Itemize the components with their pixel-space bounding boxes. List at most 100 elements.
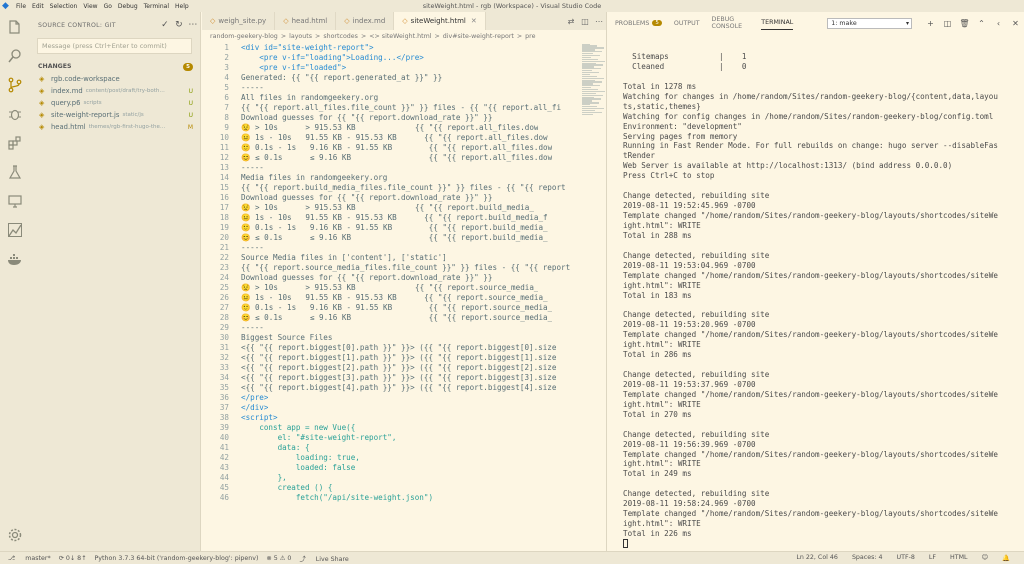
menu-item-go[interactable]: Go bbox=[104, 3, 112, 10]
line-text: <{{ "{{ report.biggest[4].path }}" }}> (… bbox=[241, 383, 557, 392]
source-control-icon[interactable] bbox=[0, 70, 29, 99]
refresh-icon[interactable]: ↻ bbox=[172, 20, 186, 30]
panel-tab-terminal[interactable]: TERMINAL bbox=[761, 16, 794, 30]
encoding[interactable]: UTF-8 bbox=[897, 554, 915, 562]
menu-item-selection[interactable]: Selection bbox=[50, 3, 78, 10]
panel-tab-problems[interactable]: PROBLEMS 5 bbox=[615, 16, 662, 30]
more-actions-icon[interactable]: ⋯ bbox=[186, 20, 200, 30]
editor-tab[interactable]: ◇ weigh_site.py bbox=[202, 12, 276, 30]
line-number: 5 bbox=[224, 83, 229, 92]
code-editor[interactable]: 1 <div id="site-weight-report"> 2 <pre v-i… bbox=[202, 43, 580, 551]
changed-file-item[interactable]: ◈ index.md content/post/draft/try-both-w..… bbox=[29, 85, 200, 97]
terminal-select[interactable]: 1: make ▾ bbox=[827, 17, 912, 29]
panel-tab-debug-console[interactable]: DEBUG CONSOLE bbox=[712, 16, 750, 30]
terminal-line: Change detected, rebuilding site bbox=[623, 429, 770, 439]
breadcrumb-item[interactable]: layouts bbox=[289, 33, 312, 40]
menu-item-view[interactable]: View bbox=[83, 3, 97, 10]
code-line: 40 el: "#site-weight-report", bbox=[202, 433, 580, 443]
editor-area: ◇ weigh_site.py ◇ head.html ◇ index.md ◇ siteWe… bbox=[202, 12, 606, 551]
line-text: data: { bbox=[241, 443, 310, 452]
split-terminal-icon[interactable]: ◫ bbox=[939, 19, 956, 28]
restore-panel-icon[interactable]: ‹ bbox=[990, 19, 1007, 28]
remote-explorer-icon[interactable] bbox=[0, 186, 29, 215]
menu-item-terminal[interactable]: Terminal bbox=[144, 3, 169, 10]
line-text: 😐 1s - 10s 91.55 KB - 915.53 KB {{ "{{ r… bbox=[241, 293, 548, 302]
terminal-line: Environment: "development" bbox=[623, 121, 742, 131]
menu-item-help[interactable]: Help bbox=[175, 3, 189, 10]
breadcrumb-item[interactable]: <> siteWeight.html bbox=[369, 33, 431, 40]
minimap[interactable] bbox=[580, 43, 606, 123]
file-type-icon: ◇ bbox=[283, 17, 289, 25]
file-status: U bbox=[188, 99, 193, 107]
maximize-panel-icon[interactable]: ⌃ bbox=[973, 19, 990, 28]
code-line: 2 <pre v-if="loading">Loading...</pre> bbox=[202, 53, 580, 63]
terminal-output[interactable]: Sitemaps | 1 Cleaned | 0 Total in 1278 ms… bbox=[623, 52, 1021, 549]
git-branch[interactable]: ⎇ master* bbox=[8, 555, 51, 562]
line-text: {{ "{{ report.source_media_files.file_co… bbox=[241, 263, 571, 272]
language-mode[interactable]: HTML bbox=[950, 554, 968, 562]
end-of-line[interactable]: LF bbox=[929, 554, 936, 562]
close-panel-icon[interactable]: ✕ bbox=[1007, 19, 1024, 28]
breadcrumb-item[interactable]: pre bbox=[525, 33, 535, 40]
debug-icon[interactable] bbox=[0, 99, 29, 128]
smiley-icon[interactable]: ☺ bbox=[982, 554, 989, 562]
terminal-line: Web Server is available at http://localh… bbox=[623, 161, 953, 171]
close-icon[interactable]: ✕ bbox=[471, 17, 477, 25]
open-changes-icon[interactable]: ⇄ bbox=[564, 17, 578, 26]
menu-item-file[interactable]: File bbox=[16, 3, 26, 10]
code-line: 32 <{{ "{{ report.biggest[1].path }}" }}>… bbox=[202, 353, 580, 363]
editor-tab[interactable]: ◇ index.md bbox=[336, 12, 395, 30]
terminal-prompt[interactable] bbox=[623, 539, 1021, 549]
settings-gear-icon[interactable] bbox=[0, 520, 29, 549]
editor-tab[interactable]: ◇ head.html bbox=[275, 12, 337, 30]
line-text: Source Media files in ['content'], ['sta… bbox=[241, 253, 447, 262]
cursor-position[interactable]: Ln 22, Col 46 bbox=[796, 554, 838, 562]
menu-item-debug[interactable]: Debug bbox=[118, 3, 138, 10]
terminal-line: Change detected, rebuilding site bbox=[623, 310, 770, 320]
changed-file-item[interactable]: ◈ head.html themes/rgb-first-hugo-theme...… bbox=[29, 121, 200, 133]
changes-section-header[interactable]: CHANGES 5 bbox=[29, 60, 200, 73]
test-flask-icon[interactable] bbox=[0, 157, 29, 186]
breadcrumb-item[interactable]: div#site-weight-report bbox=[443, 33, 514, 40]
line-number: 43 bbox=[219, 463, 229, 472]
kill-terminal-icon[interactable]: 🗑 bbox=[956, 19, 973, 28]
live-share-button[interactable]: ⤴ Live Share bbox=[299, 554, 348, 563]
code-line: 38 <script> bbox=[202, 413, 580, 423]
editor-tab[interactable]: ◇ siteWeight.html ✕ bbox=[394, 12, 486, 30]
python-interpreter[interactable]: Python 3.7.3 64-bit ('random-geekery-blo… bbox=[94, 555, 258, 562]
code-line: 8 Download guesses for {{ "{{ report.down… bbox=[202, 113, 580, 123]
status-bar: ⎇ master* ⟳ 0↓ 8↑ Python 3.7.3 64-bit ('… bbox=[0, 551, 1024, 564]
terminal-line: Template changed "/home/random/Sites/ran… bbox=[623, 211, 998, 220]
code-line: 21 ----- bbox=[202, 243, 580, 253]
indentation[interactable]: Spaces: 4 bbox=[852, 554, 883, 562]
docker-icon[interactable] bbox=[0, 244, 29, 273]
bell-icon[interactable]: 🔔 bbox=[1002, 554, 1010, 562]
split-editor-icon[interactable]: ◫ bbox=[578, 17, 592, 26]
file-type-icon: ◇ bbox=[344, 17, 350, 25]
commit-message-input[interactable]: Message (press Ctrl+Enter to commit) bbox=[37, 38, 192, 54]
changed-file-item[interactable]: ◈ rgb.code-workspace bbox=[29, 73, 200, 85]
breadcrumb-item[interactable]: random-geekery-blog bbox=[210, 33, 278, 40]
panel-tab-output[interactable]: OUTPUT bbox=[674, 16, 700, 30]
problems-count[interactable]: ⊗ 5 ⚠ 0 bbox=[266, 555, 291, 562]
explorer-icon[interactable] bbox=[0, 12, 29, 41]
breadcrumb-item[interactable]: shortcodes bbox=[323, 33, 358, 40]
git-graph-icon[interactable] bbox=[0, 215, 29, 244]
commit-check-icon[interactable]: ✓ bbox=[158, 20, 172, 30]
line-number: 16 bbox=[219, 193, 229, 202]
breadcrumb: random-geekery-blog > layouts > shortcodes > <… bbox=[202, 30, 606, 42]
line-text: </div> bbox=[241, 403, 269, 412]
changed-file-item[interactable]: ◈ query.p6 scripts U bbox=[29, 97, 200, 109]
terminal-line: Press Ctrl+C to stop bbox=[623, 171, 715, 181]
changed-file-item[interactable]: ◈ site-weight-report.js static/js U bbox=[29, 109, 200, 121]
search-icon[interactable] bbox=[0, 41, 29, 70]
live-share-label: Live Share bbox=[315, 555, 349, 563]
extensions-icon[interactable] bbox=[0, 128, 29, 157]
more-actions-icon[interactable]: ⋯ bbox=[592, 17, 606, 26]
new-terminal-icon[interactable]: + bbox=[922, 19, 939, 28]
terminal-line: 2019-08-11 19:52:45.969 -0700 bbox=[623, 201, 756, 211]
terminal-line: ight.html": WRITE bbox=[623, 340, 701, 350]
menu-item-edit[interactable]: Edit bbox=[32, 3, 44, 10]
sync-status[interactable]: ⟳ 0↓ 8↑ bbox=[59, 555, 87, 562]
file-type-icon: ◈ bbox=[39, 111, 45, 119]
